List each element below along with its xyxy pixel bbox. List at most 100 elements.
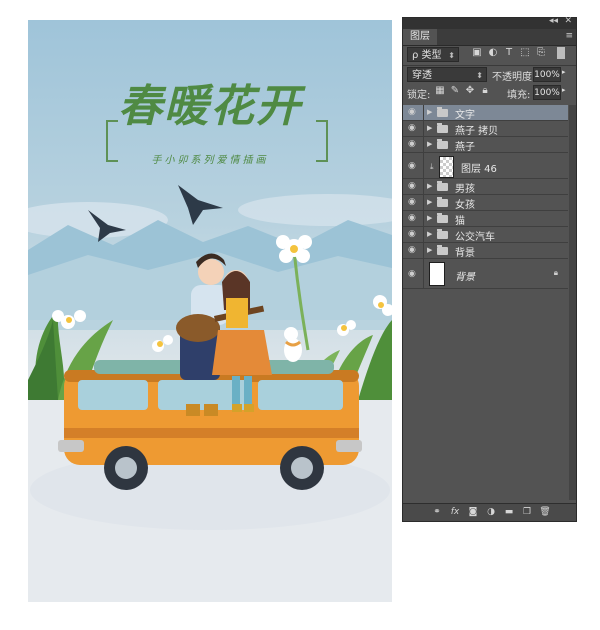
expand-triangle-icon[interactable]: ▶ — [427, 108, 432, 116]
eye-icon[interactable]: ◉ — [408, 124, 418, 133]
layer-name: 男孩 — [455, 184, 475, 195]
divider — [423, 153, 424, 178]
layer-row[interactable]: ◉ ▶ 燕子 拷贝 — [403, 121, 568, 137]
fill-slider-icon[interactable]: ▸ — [562, 86, 566, 94]
layer-name: 图层 46 — [461, 164, 497, 175]
folder-icon — [437, 229, 448, 239]
layer-name: 公交汽车 — [455, 232, 495, 243]
adjustment-layer-icon[interactable]: ◑ — [485, 506, 497, 518]
folder-icon — [437, 123, 448, 133]
eye-icon[interactable]: ◉ — [408, 162, 418, 171]
layer-row[interactable]: ◉ ▶ 男孩 — [403, 179, 568, 195]
lock-all-icon[interactable]: 🔒︎ — [479, 85, 491, 97]
divider — [423, 227, 424, 242]
layer-name: 女孩 — [455, 200, 475, 211]
layer-name: 燕子 — [455, 142, 475, 153]
fill-label: 填充: — [507, 90, 531, 101]
expand-triangle-icon[interactable]: ▶ — [427, 140, 432, 148]
new-layer-icon[interactable]: ❐ — [521, 506, 533, 518]
lock-pixels-icon[interactable]: ✎ — [449, 85, 461, 97]
divider — [423, 121, 424, 136]
chevron-down-icon: ⬍ — [448, 51, 455, 60]
layer-row[interactable]: ◉ ▶ 公交汽车 — [403, 227, 568, 243]
panel-titlebar: ◂◂ ✕ — [403, 16, 576, 29]
eye-icon[interactable]: ◉ — [408, 182, 418, 191]
layer-name: 背景 — [455, 272, 475, 283]
filter-toggle[interactable] — [557, 47, 565, 59]
clip-link-icon: ⤓ — [430, 162, 434, 171]
layer-row[interactable]: ◉ ⤓ 图层 46 — [403, 153, 568, 179]
poster-title: 春暖花开 — [118, 81, 302, 132]
eye-icon[interactable]: ◉ — [408, 230, 418, 239]
layer-name: 猫 — [455, 216, 465, 227]
collapse-icon[interactable]: ◂◂ — [549, 16, 558, 26]
folder-icon — [437, 181, 448, 191]
layer-row[interactable]: ◉ 背景 🔒︎ — [403, 259, 568, 289]
divider — [403, 65, 576, 66]
add-mask-icon[interactable]: ◙ — [467, 506, 479, 518]
layer-row[interactable]: ◉ ▶ 文字 — [403, 105, 568, 121]
shape-filter-icon[interactable]: ⬚ — [519, 47, 531, 59]
layers-scrollbar[interactable] — [569, 105, 576, 500]
divider — [423, 195, 424, 210]
layer-thumbnail — [429, 262, 445, 286]
layer-row[interactable]: ◉ ▶ 猫 — [403, 211, 568, 227]
tab-layers[interactable]: 图层 — [403, 29, 437, 45]
fx-icon[interactable]: fx — [449, 506, 461, 518]
blend-mode-dropdown[interactable]: 穿透 ⬍ — [407, 67, 487, 82]
delete-layer-icon[interactable]: 🗑︎ — [539, 506, 551, 518]
divider — [423, 211, 424, 226]
expand-triangle-icon[interactable]: ▶ — [427, 246, 432, 254]
divider — [423, 105, 424, 120]
panel-menu-icon[interactable]: ≡ — [565, 31, 573, 41]
layer-name: 燕子 拷贝 — [455, 126, 499, 137]
poster-subtitle: 手小卯系列爱情插画 — [151, 155, 269, 166]
folder-icon — [437, 107, 448, 117]
text-filter-icon[interactable]: T — [503, 47, 515, 59]
new-group-icon[interactable]: ▬ — [503, 506, 515, 518]
poster-canvas: 春暖花开 手小卯系列爱情插画 — [28, 20, 392, 602]
panel-tabs: 图层 ≡ — [403, 29, 576, 46]
fill-input[interactable]: 100% — [533, 85, 561, 100]
close-icon[interactable]: ✕ — [564, 16, 572, 26]
opacity-label: 不透明度: — [492, 72, 536, 83]
divider — [423, 179, 424, 194]
chevron-down-icon: ⬍ — [476, 71, 483, 80]
layer-name: 文字 — [455, 110, 475, 121]
smart-object-filter-icon[interactable]: ⎘ — [535, 47, 547, 59]
expand-triangle-icon[interactable]: ▶ — [427, 124, 432, 132]
expand-triangle-icon[interactable]: ▶ — [427, 198, 432, 206]
folder-icon — [437, 245, 448, 255]
eye-icon[interactable]: ◉ — [408, 214, 418, 223]
filter-type-label: ρ 类型 — [412, 50, 442, 61]
layer-thumbnail — [439, 156, 454, 178]
adjustment-filter-icon[interactable]: ◐ — [487, 47, 499, 59]
lock-position-icon[interactable]: ✥ — [464, 85, 476, 97]
eye-icon[interactable]: ◉ — [408, 140, 418, 149]
folder-icon — [437, 139, 448, 149]
expand-triangle-icon[interactable]: ▶ — [427, 182, 432, 190]
opacity-slider-icon[interactable]: ▸ — [562, 68, 566, 76]
lock-icon: 🔒︎ — [553, 268, 558, 277]
lock-transparent-icon[interactable]: ▦ — [434, 85, 446, 97]
divider — [423, 243, 424, 258]
expand-triangle-icon[interactable]: ▶ — [427, 214, 432, 222]
expand-triangle-icon[interactable]: ▶ — [427, 230, 432, 238]
lock-label: 锁定: — [407, 90, 431, 101]
eye-icon[interactable]: ◉ — [408, 108, 418, 117]
opacity-input[interactable]: 100% — [533, 67, 561, 82]
link-layers-icon[interactable]: ⚭ — [431, 506, 443, 518]
panel-bottom-toolbar: ⚭ fx ◙ ◑ ▬ ❐ 🗑︎ — [403, 503, 576, 521]
filter-row: ρ 类型 ⬍ ▣ ◐ T ⬚ ⎘ — [403, 47, 576, 63]
eye-icon[interactable]: ◉ — [408, 270, 418, 279]
layer-row[interactable]: ◉ ▶ 背景 — [403, 243, 568, 259]
eye-icon[interactable]: ◉ — [408, 198, 418, 207]
image-filter-icon[interactable]: ▣ — [471, 47, 483, 59]
eye-icon[interactable]: ◉ — [408, 246, 418, 255]
divider — [423, 259, 424, 288]
filter-type-dropdown[interactable]: ρ 类型 ⬍ — [407, 47, 459, 62]
layer-row[interactable]: ◉ ▶ 燕子 — [403, 137, 568, 153]
layer-row[interactable]: ◉ ▶ 女孩 — [403, 195, 568, 211]
blend-row: 穿透 ⬍ 不透明度: 100% ▸ — [403, 67, 576, 83]
folder-icon — [437, 213, 448, 223]
